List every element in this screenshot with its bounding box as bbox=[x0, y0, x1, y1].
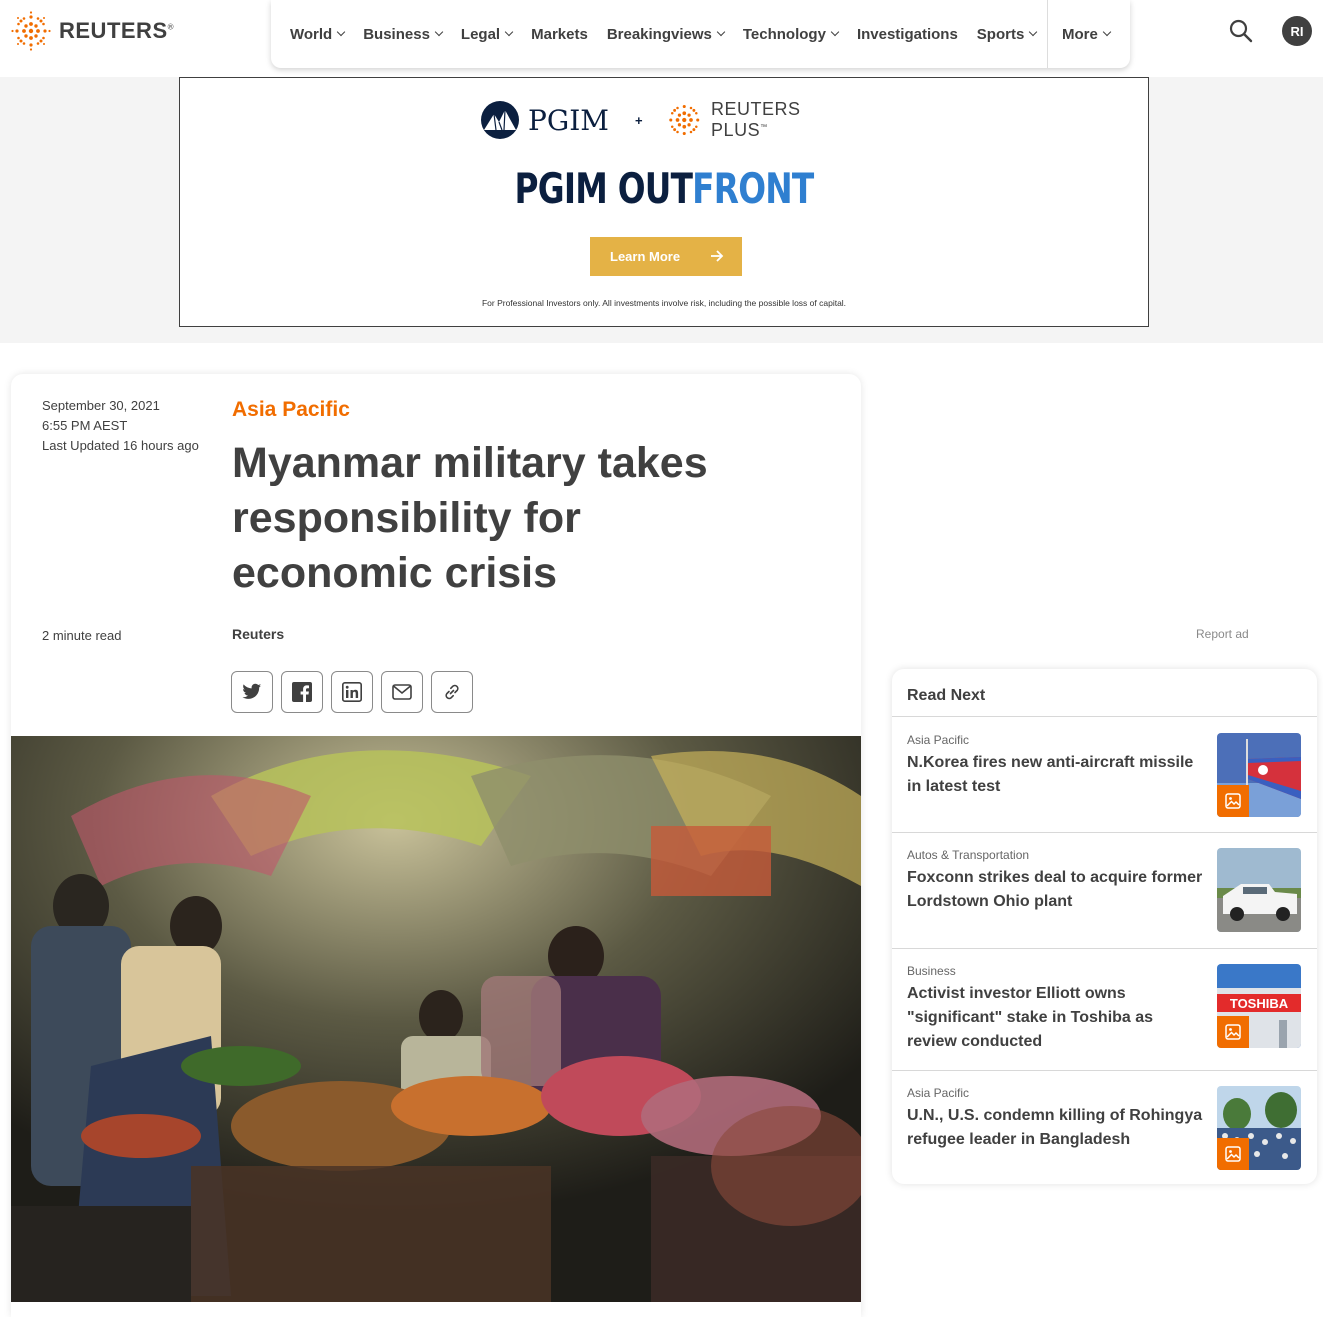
share-facebook-button[interactable] bbox=[281, 671, 323, 713]
gallery-badge bbox=[1217, 1138, 1249, 1170]
chevron-down-icon bbox=[434, 27, 444, 37]
nav-world[interactable]: World bbox=[290, 26, 346, 43]
nav-markets[interactable]: Markets bbox=[531, 26, 588, 43]
linkedin-icon bbox=[342, 682, 362, 702]
nav-business[interactable]: Business bbox=[363, 26, 444, 43]
chevron-down-icon bbox=[1102, 27, 1112, 37]
nav-sports[interactable]: Sports bbox=[977, 26, 1038, 43]
read-next-thumbnail[interactable] bbox=[1217, 1086, 1301, 1170]
read-next-thumbnail[interactable]: TOSHIBA bbox=[1217, 964, 1301, 1048]
read-next-item[interactable]: Asia Pacific N.Korea fires new anti-airc… bbox=[892, 716, 1317, 832]
share-twitter-button[interactable] bbox=[231, 671, 273, 713]
chevron-down-icon bbox=[504, 27, 514, 37]
gallery-badge bbox=[1217, 1016, 1249, 1048]
nav-more[interactable]: More bbox=[1062, 0, 1112, 68]
article-updated: Last Updated 16 hours ago bbox=[42, 438, 199, 453]
chevron-down-icon bbox=[716, 27, 726, 37]
share-email-button[interactable] bbox=[381, 671, 423, 713]
reuters-plus-logo-icon bbox=[668, 104, 699, 136]
share-linkedin-button[interactable] bbox=[331, 671, 373, 713]
article-card: September 30, 2021 6:55 PM AEST Last Upd… bbox=[11, 374, 861, 1317]
ad-logos: PGIM + REUTERS PLUS™ bbox=[480, 98, 850, 142]
pgim-logo: PGIM bbox=[480, 100, 609, 140]
pgim-rock-icon bbox=[481, 101, 519, 139]
ad-learn-more-button[interactable]: Learn More bbox=[590, 237, 742, 276]
read-next-item[interactable]: Autos & Transportation Foxconn strikes d… bbox=[892, 832, 1317, 948]
read-next-category[interactable]: Autos & Transportation bbox=[907, 848, 1029, 862]
nav-technology[interactable]: Technology bbox=[743, 26, 840, 43]
image-icon bbox=[1225, 1146, 1241, 1162]
email-icon bbox=[392, 684, 412, 700]
read-next-thumbnail[interactable] bbox=[1217, 848, 1301, 932]
read-next-headline[interactable]: U.N., U.S. condemn killing of Rohingya r… bbox=[907, 1104, 1207, 1152]
read-next-thumbnail[interactable] bbox=[1217, 733, 1301, 817]
link-icon bbox=[445, 684, 459, 700]
nav-investigations[interactable]: Investigations bbox=[857, 26, 958, 43]
nav-divider bbox=[1047, 0, 1048, 68]
read-next-item[interactable]: Business Activist investor Elliott owns … bbox=[892, 948, 1317, 1070]
article-time: 6:55 PM AEST bbox=[42, 418, 128, 433]
read-next-item[interactable]: Asia Pacific U.N., U.S. condemn killing … bbox=[892, 1070, 1317, 1184]
arrow-right-icon bbox=[711, 250, 724, 262]
ad-headline: PGIM OUTFRONT bbox=[514, 164, 815, 213]
ad-plus: + bbox=[634, 112, 643, 128]
truck-photo bbox=[1217, 848, 1301, 932]
facebook-icon bbox=[292, 682, 312, 702]
chevron-down-icon bbox=[1029, 27, 1038, 37]
user-avatar[interactable]: RI bbox=[1282, 16, 1312, 46]
read-next-title: Read Next bbox=[907, 687, 986, 704]
gallery-badge bbox=[1217, 785, 1249, 817]
read-time: 2 minute read bbox=[42, 628, 122, 643]
chevron-down-icon bbox=[336, 27, 346, 37]
read-next-category[interactable]: Asia Pacific bbox=[907, 733, 969, 747]
read-next-category[interactable]: Asia Pacific bbox=[907, 1086, 969, 1100]
nav-breakingviews[interactable]: Breakingviews bbox=[607, 26, 726, 43]
main-nav: World Business Legal Markets Breakingvie… bbox=[271, 0, 1130, 68]
article-headline: Myanmar military takes responsibility fo… bbox=[232, 439, 708, 597]
brand-name: REUTERS® bbox=[59, 18, 175, 43]
read-next-headline[interactable]: Activist investor Elliott owns "signific… bbox=[907, 982, 1207, 1054]
hero-image[interactable] bbox=[11, 736, 861, 1302]
advertisement[interactable]: PGIM + REUTERS PLUS™ PGIM OUTFRONT Learn… bbox=[179, 77, 1149, 327]
image-icon bbox=[1225, 1024, 1241, 1040]
read-next-headline[interactable]: Foxconn strikes deal to acquire former L… bbox=[907, 866, 1207, 914]
byline[interactable]: Reuters bbox=[232, 626, 284, 642]
reuters-logo-icon bbox=[11, 11, 51, 51]
chevron-down-icon bbox=[830, 27, 840, 37]
ad-disclaimer: For Professional Investors only. All inv… bbox=[481, 298, 847, 308]
nav-legal[interactable]: Legal bbox=[461, 26, 514, 43]
search-icon[interactable] bbox=[1228, 18, 1254, 44]
section-link[interactable]: Asia Pacific bbox=[232, 398, 350, 422]
ad-band: PGIM + REUTERS PLUS™ PGIM OUTFRONT Learn… bbox=[0, 77, 1323, 343]
image-icon bbox=[1225, 793, 1241, 809]
article-date: September 30, 2021 bbox=[42, 398, 160, 413]
market-photo bbox=[11, 736, 861, 1302]
share-bar bbox=[231, 671, 481, 713]
report-ad-link[interactable]: Report ad bbox=[1196, 627, 1249, 641]
read-next-category[interactable]: Business bbox=[907, 964, 956, 978]
site-header: REUTERS® World Business Legal Markets Br… bbox=[0, 0, 1323, 77]
copy-link-button[interactable] bbox=[431, 671, 473, 713]
twitter-icon bbox=[242, 683, 262, 699]
read-next-headline[interactable]: N.Korea fires new anti-aircraft missile … bbox=[907, 751, 1207, 799]
reuters-plus-text: REUTERS PLUS™ bbox=[711, 99, 801, 140]
article-meta: September 30, 2021 6:55 PM AEST Last Upd… bbox=[42, 396, 199, 456]
toshiba-sign-text: TOSHIBA bbox=[1230, 996, 1289, 1011]
reuters-logo[interactable]: REUTERS® bbox=[11, 11, 174, 51]
read-next-panel: Read Next Asia Pacific N.Korea fires new… bbox=[892, 669, 1317, 1184]
